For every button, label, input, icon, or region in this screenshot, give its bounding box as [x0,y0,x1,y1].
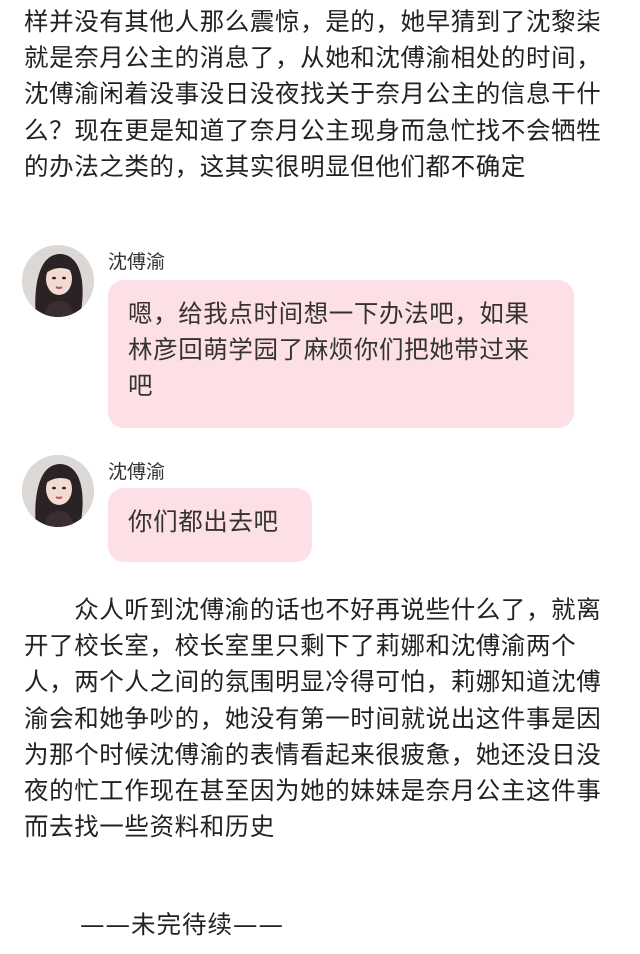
avatar [22,245,94,317]
chat-bubble: 嗯，给我点时间想一下办法吧，如果林彦回萌学园了麻烦你们把她带过来吧 [108,280,574,428]
to-be-continued-text: ——未完待续—— [80,910,284,939]
narrative-paragraph-bottom: 众人听到沈傅渝的话也不好再说些什么了，就离开了校长室，校长室里只剩下了莉娜和沈傅… [24,595,602,842]
avatar [22,455,94,527]
avatar-portrait-image [22,455,94,527]
narrative-paragraph-top: 样并没有其他人那么震惊，是的，她早猜到了沈黎柒就是奈月公主的消息了，从她和沈傅渝… [24,7,602,181]
avatar-portrait-image [22,245,94,317]
speaker-name: 沈傅渝 [108,251,166,273]
speaker-name: 沈傅渝 [108,461,166,483]
chat-bubble: 你们都出去吧 [108,488,312,562]
